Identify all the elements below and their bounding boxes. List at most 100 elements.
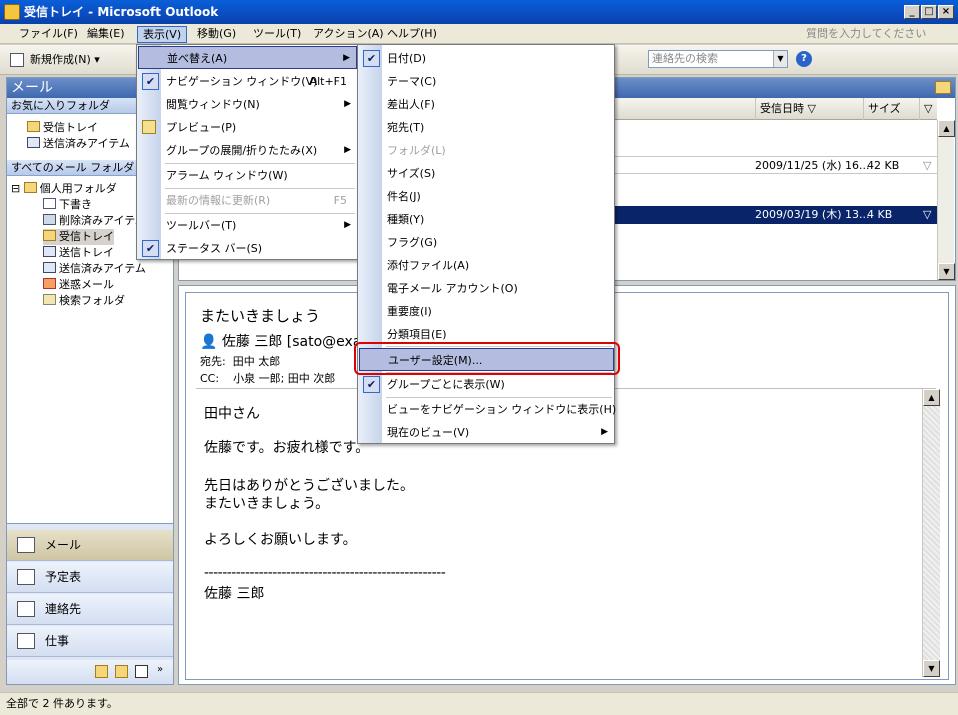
- minimize-button[interactable]: _: [904, 5, 920, 19]
- flag-icon[interactable]: ▽: [923, 206, 931, 224]
- nav-small-buttons: »: [7, 660, 173, 684]
- help-question-input[interactable]: 質問を入力してください: [806, 25, 956, 42]
- row-size: 42 KB: [867, 159, 900, 172]
- arrange-item-current-view[interactable]: 現在のビュー(V) ▶: [359, 421, 614, 444]
- column-flag[interactable]: ▽: [919, 98, 937, 120]
- body-line: 佐藤 三郎: [204, 586, 265, 602]
- new-mail-icon: [10, 53, 24, 67]
- menu-item-status-bar[interactable]: ✔ ステータス バー(S): [138, 237, 357, 260]
- arrange-item-conversation[interactable]: テーマ(C): [359, 70, 614, 93]
- close-button[interactable]: ×: [938, 5, 954, 19]
- folder-deleted[interactable]: 削除済みアイテム: [43, 213, 146, 229]
- list-scrollbar[interactable]: ▲ ▼: [937, 120, 955, 280]
- status-bar: 全部で 2 件あります。: [0, 692, 958, 715]
- sent-items-icon: [27, 137, 40, 148]
- check-icon: ✔: [363, 376, 380, 393]
- menu-item-toolbars[interactable]: ツールバー(T) ▶: [138, 214, 357, 237]
- check-icon: ✔: [142, 240, 159, 257]
- menu-item-nav-pane[interactable]: ✔ ナビゲーション ウィンドウ(V) Alt+F1: [138, 70, 357, 93]
- arrange-item-type[interactable]: 種類(Y): [359, 208, 614, 231]
- message-subject: またいきましょう: [200, 307, 321, 325]
- inbox-icon: [27, 121, 40, 132]
- scroll-down-button[interactable]: ▼: [938, 263, 955, 280]
- reading-scrollbar[interactable]: ▲ ▼: [922, 389, 940, 677]
- favorite-inbox[interactable]: 受信トレイ: [27, 120, 98, 136]
- arrange-item-date[interactable]: ✔ 日付(D): [359, 47, 614, 70]
- nav-button-mail[interactable]: メール: [7, 530, 173, 561]
- menu-view[interactable]: 表示(V): [137, 26, 188, 43]
- person-icon: 👤: [200, 334, 218, 350]
- menu-help[interactable]: ヘルプ(H): [382, 26, 442, 43]
- submenu-arrow-icon: ▶: [601, 427, 608, 437]
- message-cc: CC: 小泉 一郎; 田中 次郎: [200, 372, 336, 385]
- row-size: 4 KB: [867, 208, 893, 221]
- column-size[interactable]: サイズ: [863, 98, 919, 120]
- arrange-item-subject[interactable]: 件名(J): [359, 185, 614, 208]
- arrange-item-email-account[interactable]: 電子メール アカウント(O): [359, 277, 614, 300]
- folder-inbox[interactable]: 受信トレイ: [43, 229, 114, 245]
- preview-icon: [142, 120, 156, 134]
- maximize-button[interactable]: □: [921, 5, 937, 19]
- menu-item-expand-groups[interactable]: グループの展開/折りたたみ(X) ▶: [138, 139, 357, 162]
- personal-folders-icon: [23, 182, 37, 193]
- menu-item-reading-pane[interactable]: 閲覧ウィンドウ(N) ▶: [138, 93, 357, 116]
- folder-junk[interactable]: 迷惑メール: [43, 277, 114, 293]
- submenu-arrow-icon: ▶: [344, 220, 351, 230]
- arrange-item-size[interactable]: サイズ(S): [359, 162, 614, 185]
- arrange-item-flag[interactable]: フラグ(G): [359, 231, 614, 254]
- personal-folders[interactable]: ⊟ 個人用フォルダ: [11, 181, 117, 197]
- folder-drafts[interactable]: 下書き: [43, 197, 92, 213]
- nav-button-contacts[interactable]: 連絡先: [7, 594, 173, 625]
- arrange-item-from[interactable]: 差出人(F): [359, 93, 614, 116]
- submenu-arrow-icon: ▶: [343, 53, 350, 63]
- column-received[interactable]: 受信日時 ▽: [755, 98, 865, 120]
- arrange-item-show-in-groups[interactable]: ✔ グループごとに表示(W): [359, 373, 614, 396]
- folder-icon: [935, 81, 951, 94]
- folder-outbox[interactable]: 送信トレイ: [43, 245, 114, 261]
- message-from[interactable]: 👤 佐藤 三郎 [sato@exa: [200, 331, 361, 351]
- collapse-icon[interactable]: ⊟: [11, 182, 24, 195]
- junk-mail-icon: [43, 278, 56, 289]
- nav-button-tasks[interactable]: 仕事: [7, 626, 173, 657]
- new-button[interactable]: 新規作成(N) ▾: [10, 50, 100, 70]
- folder-sent[interactable]: 送信済みアイテム: [43, 261, 146, 277]
- menu-actions[interactable]: アクション(A): [308, 26, 389, 43]
- shortcut-label: Alt+F1: [309, 75, 347, 88]
- configure-buttons-icon[interactable]: »: [157, 664, 163, 675]
- chevron-down-icon[interactable]: ▼: [773, 51, 787, 67]
- shortcuts-icon[interactable]: [135, 665, 148, 678]
- notes-icon[interactable]: [95, 665, 108, 678]
- menu-edit[interactable]: 編集(E): [82, 26, 130, 43]
- deleted-items-icon: [43, 214, 56, 225]
- nav-button-calendar[interactable]: 予定表: [7, 562, 173, 593]
- title-bar[interactable]: 受信トレイ - Microsoft Outlook _ □ ×: [0, 0, 958, 24]
- flag-icon[interactable]: ▽: [923, 157, 931, 175]
- scroll-up-button[interactable]: ▲: [938, 120, 955, 137]
- scroll-down-button[interactable]: ▼: [923, 660, 940, 677]
- inbox-icon: [43, 230, 56, 241]
- help-icon[interactable]: ?: [796, 51, 812, 67]
- menu-file[interactable]: ファイル(F): [14, 26, 83, 43]
- arrange-item-importance[interactable]: 重要度(I): [359, 300, 614, 323]
- folder-list-icon[interactable]: [115, 665, 128, 678]
- tasks-icon: [17, 633, 35, 649]
- contacts-icon: [17, 601, 35, 617]
- menu-item-preview[interactable]: プレビュー(P): [138, 116, 357, 139]
- arrange-item-show-views-in-nav[interactable]: ビューをナビゲーション ウィンドウに表示(H): [359, 398, 616, 421]
- scroll-up-button[interactable]: ▲: [923, 389, 940, 406]
- sent-items-icon: [43, 262, 56, 273]
- menu-tools[interactable]: ツール(T): [248, 26, 306, 43]
- contact-search-input[interactable]: 連絡先の検索 ▼: [648, 50, 788, 68]
- menu-go[interactable]: 移動(G): [192, 26, 241, 43]
- folder-search[interactable]: 検索フォルダ: [43, 293, 125, 309]
- arrange-item-folder: フォルダ(L): [387, 144, 446, 157]
- body-line: ----------------------------------------…: [204, 565, 446, 581]
- navigation-buttons: メール 予定表 連絡先 仕事 »: [6, 523, 174, 685]
- favorite-sent[interactable]: 送信済みアイテム: [27, 136, 130, 152]
- menu-item-refresh: 最新の情報に更新(R) F5: [138, 189, 357, 212]
- arrange-item-to[interactable]: 宛先(T): [359, 116, 614, 139]
- body-line: 先日はありがとうございました。: [204, 478, 414, 494]
- menu-item-arrange[interactable]: 並べ替え(A) ▶: [138, 46, 357, 69]
- menu-item-reminders[interactable]: アラーム ウィンドウ(W): [138, 164, 357, 187]
- arrange-item-attachments[interactable]: 添付ファイル(A): [359, 254, 614, 277]
